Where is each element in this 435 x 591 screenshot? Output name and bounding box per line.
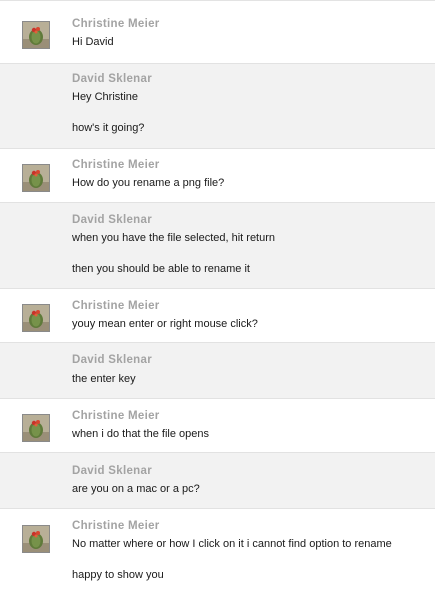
message-row: Christine Meier youy mean enter or right… bbox=[0, 289, 435, 343]
sender-name: Christine Meier bbox=[72, 18, 160, 30]
message-row: Christine Meier when i do that the file … bbox=[0, 399, 435, 453]
sender-name: Christine Meier bbox=[72, 520, 160, 532]
message-row: David Sklenar are you on a mac or a pc? bbox=[0, 453, 435, 509]
sender-name: David Sklenar bbox=[72, 465, 152, 477]
message-text: the enter key bbox=[72, 373, 136, 385]
sender-name: David Sklenar bbox=[72, 354, 152, 366]
cactus-icon bbox=[23, 415, 49, 441]
sender-name: David Sklenar bbox=[72, 73, 152, 85]
message-text: are you on a mac or a pc? bbox=[72, 483, 200, 495]
message-text: Hi David bbox=[72, 36, 114, 48]
message-text: how's it going? bbox=[72, 122, 145, 134]
cactus-icon bbox=[23, 305, 49, 331]
message-text: Hey Christine bbox=[72, 91, 139, 103]
message-row: David Sklenar Hey Christine how's it goi… bbox=[0, 64, 435, 149]
message-row: David Sklenar when you have the file sel… bbox=[0, 203, 435, 289]
sender-name: Christine Meier bbox=[72, 300, 160, 312]
message-text: when i do that the file opens bbox=[72, 428, 209, 440]
message-row: David Sklenar the enter key bbox=[0, 343, 435, 399]
sender-name: Christine Meier bbox=[72, 159, 160, 171]
message-text: How do you rename a png file? bbox=[72, 177, 225, 189]
avatar bbox=[22, 164, 50, 192]
sender-name: David Sklenar bbox=[72, 214, 152, 226]
message-text: when you have the file selected, hit ret… bbox=[72, 232, 276, 244]
avatar bbox=[22, 525, 50, 553]
message-text: then you should be able to rename it bbox=[72, 263, 250, 275]
avatar bbox=[22, 304, 50, 332]
cactus-icon bbox=[23, 165, 49, 191]
cactus-icon bbox=[23, 22, 49, 48]
avatar bbox=[22, 414, 50, 442]
message-text: youy mean enter or right mouse click? bbox=[72, 318, 258, 330]
chat-transcript: Christine Meier Hi David David Sklenar H… bbox=[0, 0, 435, 590]
message-row: Christine Meier How do you rename a png … bbox=[0, 149, 435, 203]
cactus-icon bbox=[23, 526, 49, 552]
avatar bbox=[22, 21, 50, 49]
sender-name: Christine Meier bbox=[72, 410, 160, 422]
message-text: happy to show you bbox=[72, 569, 164, 581]
message-text: No matter where or how I click on it i c… bbox=[72, 538, 392, 550]
message-row: Christine Meier Hi David bbox=[0, 1, 435, 64]
message-row: Christine Meier No matter where or how I… bbox=[0, 509, 435, 591]
